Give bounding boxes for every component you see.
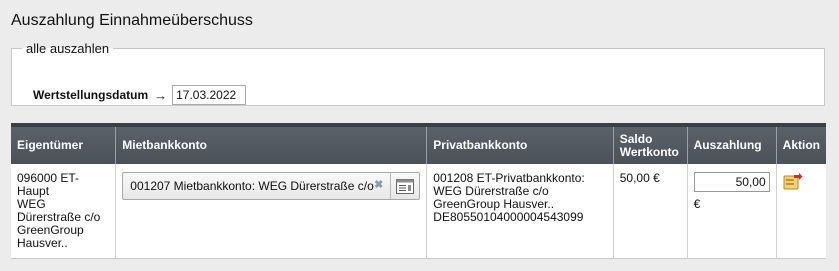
- header-payout: Auszahlung: [687, 123, 777, 164]
- value-date-input[interactable]: [172, 85, 247, 105]
- payout-amount-input[interactable]: [693, 172, 770, 192]
- arrow-right-icon: →: [154, 87, 168, 103]
- rent-account-cell: 001207 Mietbankkonto: WEG Dürerstraße c/…: [115, 164, 428, 259]
- private-account-text: 001208 ET-Privatbankkonto: WEG Dürerstra…: [433, 171, 585, 224]
- header-rent-account: Mietbankkonto: [115, 123, 428, 164]
- balance-cell: 50,00 €: [613, 164, 688, 259]
- header-owner: Eigentümer: [11, 123, 117, 164]
- close-icon[interactable]: ✖: [374, 179, 383, 192]
- payout-all-fieldset: alle auszahlen Wertstellungsdatum →: [11, 41, 825, 106]
- header-private-account: Privatbankkonto: [426, 123, 614, 164]
- balance-value: 50,00 €: [619, 171, 660, 185]
- payout-action-icon: [783, 173, 803, 190]
- payout-cell: €: [687, 164, 777, 259]
- action-cell: [776, 164, 826, 259]
- rent-account-select[interactable]: 001207 Mietbankkonto: WEG Dürerstraße c/…: [122, 172, 421, 200]
- payout-table: Eigentümer Mietbankkonto Privatbankkonto…: [11, 123, 826, 259]
- header-balance: Saldo Wertkonto: [613, 123, 688, 164]
- payout-currency: €: [693, 197, 701, 211]
- payout-action-button[interactable]: [783, 173, 803, 194]
- owner-text: 096000 ET-Haupt WEG Dürerstraße c/o Gree…: [17, 171, 101, 250]
- page-title: Auszahlung Einnahmeüberschuss: [11, 12, 253, 29]
- fieldset-legend: alle auszahlen: [26, 41, 110, 56]
- header-action: Aktion: [776, 123, 826, 164]
- list-picker-button[interactable]: [390, 173, 419, 199]
- table-row: 096000 ET-Haupt WEG Dürerstraße c/o Gree…: [11, 164, 826, 259]
- value-date-label: Wertstellungsdatum: [33, 88, 149, 102]
- list-picker-icon: [396, 178, 415, 194]
- private-account-cell: 001208 ET-Privatbankkonto: WEG Dürerstra…: [426, 164, 614, 259]
- owner-cell: 096000 ET-Haupt WEG Dürerstraße c/o Gree…: [11, 164, 117, 259]
- value-date-row: Wertstellungsdatum →: [33, 85, 247, 105]
- table-header-row: Eigentümer Mietbankkonto Privatbankkonto…: [11, 123, 826, 164]
- rent-account-value: 001207 Mietbankkonto: WEG Dürerstraße c/…: [130, 178, 374, 193]
